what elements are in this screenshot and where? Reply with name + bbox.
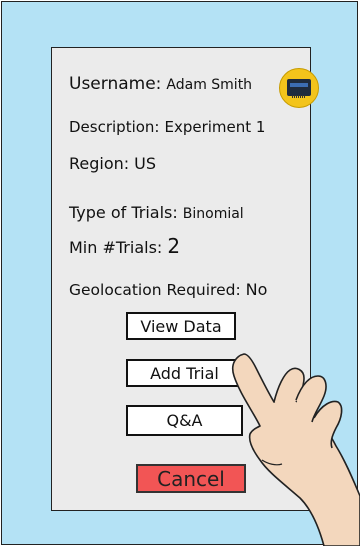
region-value: US — [134, 154, 157, 173]
geolocation-value: No — [245, 280, 268, 299]
id-card-icon[interactable] — [279, 68, 319, 108]
geolocation-row: Geolocation Required: No — [69, 280, 267, 299]
trial-type-value: Binomial — [182, 206, 244, 222]
description-value: Experiment 1 — [164, 118, 266, 136]
region-label: Region: — [69, 154, 130, 173]
region-row: Region: US — [69, 154, 156, 173]
view-data-button[interactable]: View Data — [126, 312, 236, 340]
description-label: Description: — [69, 118, 160, 136]
min-trials-label: Min #Trials: — [69, 238, 163, 257]
description-row: Description: Experiment 1 — [69, 118, 265, 136]
min-trials-row: Min #Trials: 2 — [69, 234, 180, 258]
geolocation-label: Geolocation Required: — [69, 281, 241, 299]
username-label: Username: — [69, 74, 162, 94]
trial-type-row: Type of Trials: Binomial — [69, 203, 244, 222]
pointing-hand-illustration — [231, 353, 360, 546]
username-row: Username: Adam Smith — [69, 74, 252, 94]
min-trials-value: 2 — [167, 234, 181, 258]
trial-type-label: Type of Trials: — [69, 203, 178, 222]
username-value: Adam Smith — [166, 77, 253, 93]
